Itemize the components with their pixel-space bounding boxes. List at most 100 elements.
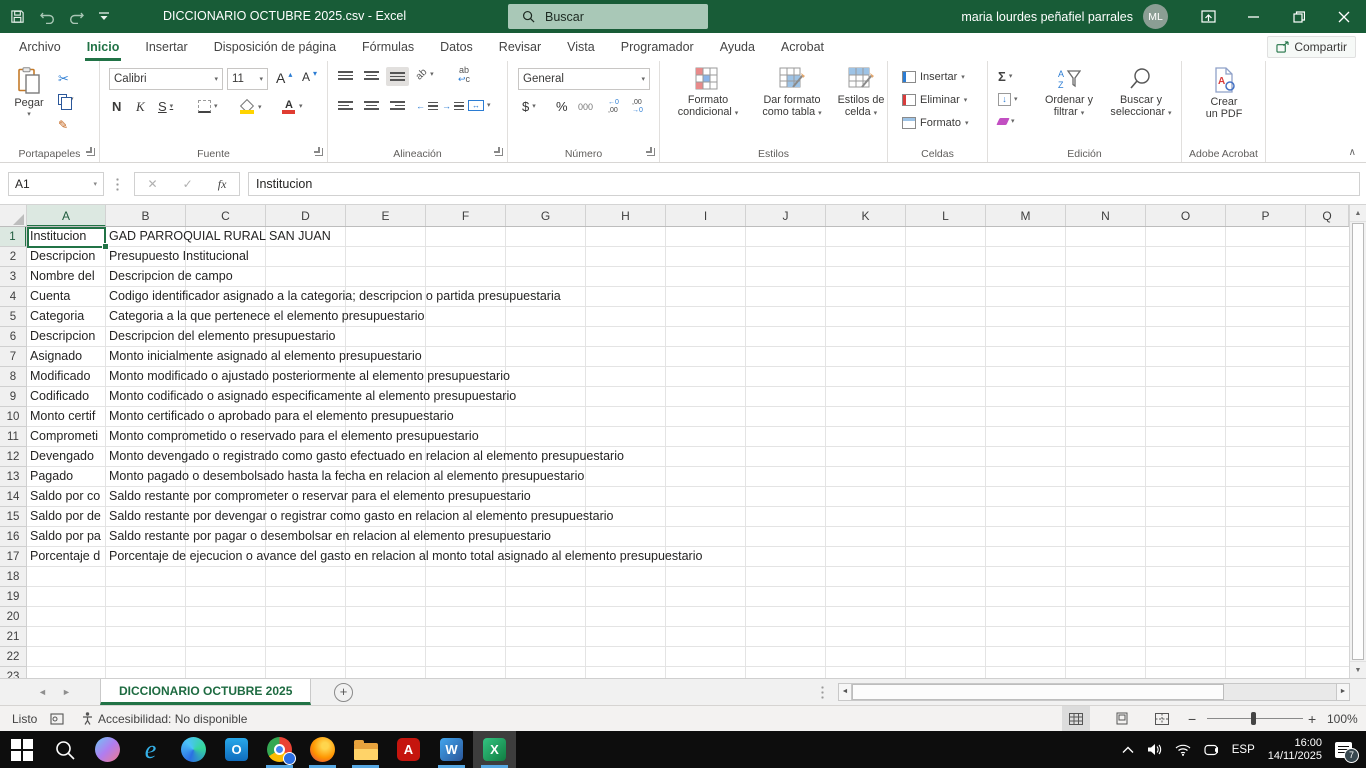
row-header-21[interactable]: 21 bbox=[0, 627, 26, 647]
font-size-select[interactable]: 11▾ bbox=[227, 68, 268, 90]
ribbon-tab-ayuda[interactable]: Ayuda bbox=[707, 33, 768, 61]
meet-now-icon[interactable] bbox=[1204, 744, 1219, 756]
underline-button[interactable]: S▾ bbox=[158, 99, 173, 114]
wrap-text-button[interactable]: ab↩c bbox=[458, 66, 470, 84]
row-header-5[interactable]: 5 bbox=[0, 307, 26, 327]
avatar[interactable]: ML bbox=[1143, 4, 1168, 29]
ribbon-display-options-button[interactable] bbox=[1186, 0, 1231, 33]
column-header-l[interactable]: L bbox=[906, 205, 986, 227]
grid-row-7[interactable]: AsignadoMonto inicialmente asignado al e… bbox=[27, 347, 1349, 367]
ribbon-tab-programador[interactable]: Programador bbox=[608, 33, 707, 61]
grid-row-23[interactable] bbox=[27, 667, 1349, 678]
conditional-formatting-button[interactable]: Formatocondicional ▾ bbox=[670, 67, 746, 118]
row-header-7[interactable]: 7 bbox=[0, 347, 26, 367]
ribbon-tab-vista[interactable]: Vista bbox=[554, 33, 608, 61]
row-header-4[interactable]: 4 bbox=[0, 287, 26, 307]
taskbar-explorer-button[interactable] bbox=[344, 731, 387, 768]
taskbar-excel-button[interactable]: X bbox=[473, 731, 516, 768]
merge-center-button[interactable]: ↔▾ bbox=[468, 100, 491, 111]
zoom-level[interactable]: 100% bbox=[1327, 706, 1358, 731]
taskbar-outlook-button[interactable]: O bbox=[215, 731, 258, 768]
close-button[interactable] bbox=[1321, 0, 1366, 33]
font-dialog-launcher[interactable] bbox=[315, 148, 323, 156]
ribbon-tab-archivo[interactable]: Archivo bbox=[6, 33, 74, 61]
row-header-6[interactable]: 6 bbox=[0, 327, 26, 347]
scroll-up-icon[interactable]: ▲ bbox=[1350, 205, 1366, 222]
align-top-button[interactable] bbox=[338, 71, 353, 80]
ribbon-tab-insertar[interactable]: Insertar bbox=[132, 33, 200, 61]
bold-button[interactable]: N bbox=[112, 99, 121, 114]
row-header-23[interactable]: 23 bbox=[0, 667, 26, 678]
cell-styles-button[interactable]: Estilos decelda ▾ bbox=[836, 67, 886, 118]
grid-row-17[interactable]: Porcentaje dPorcentaje de ejecucion o av… bbox=[27, 547, 1349, 567]
copy-button[interactable]: ▾ bbox=[58, 94, 74, 105]
horizontal-scrollbar[interactable]: ◄ ► bbox=[838, 683, 1350, 701]
grid-row-10[interactable]: Monto certifMonto certificado o aprobado… bbox=[27, 407, 1349, 427]
grid-row-2[interactable]: DescripcionPresupuesto Institucional bbox=[27, 247, 1349, 267]
row-header-3[interactable]: 3 bbox=[0, 267, 26, 287]
borders-button[interactable]: ▾ bbox=[198, 100, 218, 113]
format-cells-button[interactable]: Formato▾ bbox=[902, 117, 968, 129]
cut-button[interactable]: ✂ bbox=[58, 71, 69, 87]
align-bottom-button[interactable] bbox=[386, 67, 409, 86]
column-header-j[interactable]: J bbox=[746, 205, 826, 227]
row-header-9[interactable]: 9 bbox=[0, 387, 26, 407]
column-header-n[interactable]: N bbox=[1066, 205, 1146, 227]
column-header-a[interactable]: A bbox=[27, 205, 106, 227]
grid-row-1[interactable]: InstitucionGAD PARROQUIAL RURAL SAN JUAN bbox=[27, 227, 1349, 247]
wifi-icon[interactable] bbox=[1175, 744, 1191, 756]
number-format-select[interactable]: General▾ bbox=[518, 68, 650, 90]
row-header-11[interactable]: 11 bbox=[0, 427, 26, 447]
align-left-button[interactable] bbox=[338, 101, 353, 110]
taskbar-edge-button[interactable] bbox=[172, 731, 215, 768]
clipboard-dialog-launcher[interactable] bbox=[87, 148, 95, 156]
ribbon-tab-acrobat[interactable]: Acrobat bbox=[768, 33, 837, 61]
taskbar-copilot-button[interactable] bbox=[86, 731, 129, 768]
grid-row-13[interactable]: PagadoMonto pagado o desembolsado hasta … bbox=[27, 467, 1349, 487]
restore-button[interactable] bbox=[1276, 0, 1321, 33]
decrease-indent-button[interactable]: ← bbox=[416, 101, 438, 111]
accounting-format-button[interactable]: $▾ bbox=[522, 99, 536, 114]
grid-row-19[interactable] bbox=[27, 587, 1349, 607]
grid-row-21[interactable] bbox=[27, 627, 1349, 647]
sheet-tab[interactable]: DICCIONARIO OCTUBRE 2025 bbox=[100, 679, 311, 705]
grid-row-16[interactable]: Saldo por paSaldo restante por pagar o d… bbox=[27, 527, 1349, 547]
grid-row-12[interactable]: DevengadoMonto devengado o registrado co… bbox=[27, 447, 1349, 467]
scroll-right-icon[interactable]: ► bbox=[1336, 684, 1349, 700]
taskbar-ie-button[interactable]: e bbox=[129, 731, 172, 768]
search-box[interactable]: Buscar bbox=[508, 4, 708, 29]
grid-row-8[interactable]: ModificadoMonto modificado o ajustado po… bbox=[27, 367, 1349, 387]
grid-row-20[interactable] bbox=[27, 607, 1349, 627]
increase-decimal-button[interactable]: ←0,00 bbox=[608, 99, 619, 115]
vertical-scrollbar[interactable]: ▲ ▼ bbox=[1349, 205, 1366, 678]
normal-view-button[interactable] bbox=[1062, 706, 1090, 731]
taskbar-word-button[interactable]: W bbox=[430, 731, 473, 768]
italic-button[interactable]: K bbox=[136, 99, 145, 115]
taskbar-search-button[interactable] bbox=[43, 731, 86, 768]
collapse-ribbon-icon[interactable]: ∧ bbox=[1349, 147, 1356, 158]
delete-cells-button[interactable]: Eliminar▾ bbox=[902, 94, 967, 106]
ribbon-tab-revisar[interactable]: Revisar bbox=[486, 33, 554, 61]
find-select-button[interactable]: Buscar yseleccionar ▾ bbox=[1104, 67, 1178, 118]
column-header-h[interactable]: H bbox=[586, 205, 666, 227]
row-header-1[interactable]: 1 bbox=[0, 227, 27, 247]
grid-row-5[interactable]: CategoriaCategoria a la que pertenece el… bbox=[27, 307, 1349, 327]
save-icon[interactable] bbox=[10, 9, 25, 24]
row-header-2[interactable]: 2 bbox=[0, 247, 26, 267]
paste-dropdown[interactable]: ▾ bbox=[27, 111, 31, 118]
select-all-corner[interactable] bbox=[0, 205, 27, 227]
ribbon-tab-disposici-n-de-p-gina[interactable]: Disposición de página bbox=[201, 33, 349, 61]
row-header-22[interactable]: 22 bbox=[0, 647, 26, 667]
font-color-button[interactable]: A▾ bbox=[282, 99, 303, 114]
cancel-entry-icon[interactable]: ✕ bbox=[148, 177, 158, 191]
column-header-i[interactable]: I bbox=[666, 205, 746, 227]
row-header-19[interactable]: 19 bbox=[0, 587, 26, 607]
volume-icon[interactable] bbox=[1147, 743, 1162, 756]
ribbon-tab-inicio[interactable]: Inicio bbox=[74, 33, 133, 61]
column-header-o[interactable]: O bbox=[1146, 205, 1226, 227]
taskbar-acrobat-button[interactable]: A bbox=[387, 731, 430, 768]
namebox-splitter[interactable] bbox=[116, 177, 119, 191]
scroll-down-icon[interactable]: ▼ bbox=[1350, 661, 1366, 678]
formula-input[interactable]: Institucion bbox=[248, 172, 1360, 196]
grid-row-4[interactable]: CuentaCodigo identificador asignado a la… bbox=[27, 287, 1349, 307]
